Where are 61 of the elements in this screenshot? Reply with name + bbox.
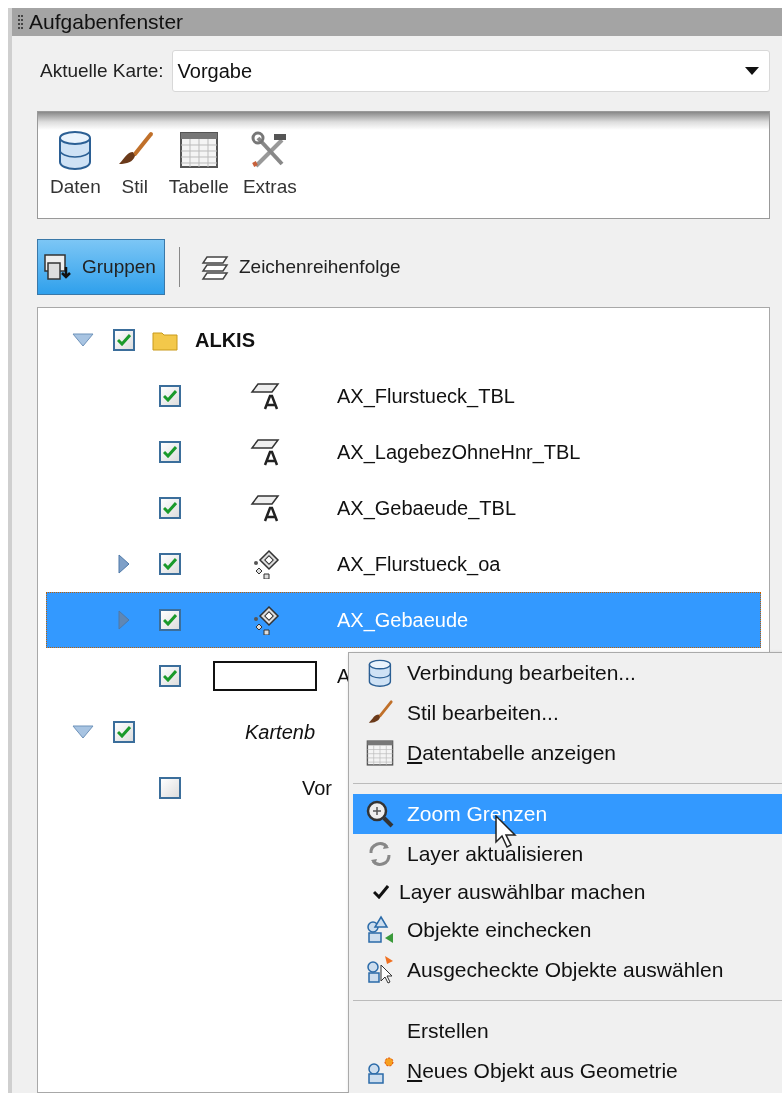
checkmark-icon xyxy=(163,558,177,570)
menu-item[interactable]: Layer auswählbar machen xyxy=(353,874,782,910)
toolbar-button[interactable]: Daten xyxy=(50,130,101,218)
menu-item[interactable]: Verbindung bearbeiten... xyxy=(353,653,782,693)
menu-item[interactable]: Erstellen xyxy=(353,1011,782,1051)
table-icon xyxy=(366,739,394,767)
table-icon xyxy=(178,130,219,170)
menu-item[interactable]: Ausgecheckte Objekte auswählen xyxy=(353,950,782,990)
checkmark-icon xyxy=(163,446,177,458)
layer-checkbox[interactable] xyxy=(113,329,135,351)
collapse-arrow-icon[interactable] xyxy=(72,725,94,739)
view-tab[interactable]: Gruppen xyxy=(37,239,165,295)
menu-item[interactable]: Stil bearbeiten... xyxy=(353,693,782,733)
folder-icon xyxy=(152,329,178,351)
layer-label[interactable]: AX_Flurstueck_oa xyxy=(337,552,501,576)
toolbar-button[interactable]: Tabelle xyxy=(168,130,229,218)
map-label: Aktuelle Karte: xyxy=(40,60,164,82)
checkmark-icon xyxy=(373,885,389,899)
layer-checkbox[interactable] xyxy=(159,441,181,463)
toolbar-button[interactable]: Extras xyxy=(242,130,297,218)
label-layer-icon xyxy=(250,437,280,467)
layer-group-icon xyxy=(42,251,74,283)
layer-label[interactable]: AX_Gebaeude_TBL xyxy=(337,496,517,520)
shapes-icon xyxy=(365,915,395,945)
layer-checkbox[interactable] xyxy=(159,777,181,799)
menu-item[interactable]: Neues Objekt aus Geometrie xyxy=(353,1051,782,1091)
dropdown-arrow-icon xyxy=(745,67,759,75)
layer-checkbox[interactable] xyxy=(159,497,181,519)
menu-item[interactable]: Objekte einchecken xyxy=(353,910,782,950)
layer-checkbox[interactable] xyxy=(159,385,181,407)
new-shape-icon xyxy=(365,1056,395,1086)
grip-icon xyxy=(18,15,23,29)
map-dropdown[interactable]: Vorgabe xyxy=(171,50,770,92)
menu-item[interactable]: Layer aktualisieren xyxy=(353,834,782,874)
label-layer-icon xyxy=(250,381,280,411)
expand-arrow-icon[interactable] xyxy=(118,554,130,574)
layer-checkbox[interactable] xyxy=(159,609,181,631)
checkmark-icon xyxy=(117,726,131,738)
shapes-cursor-icon xyxy=(365,955,395,985)
checkmark-icon xyxy=(163,390,177,402)
menu-item[interactable]: Datentabelle anzeigen xyxy=(353,733,782,773)
checkmark-icon xyxy=(163,614,177,626)
layer-label[interactable]: Vor xyxy=(302,776,333,800)
checkmark-icon xyxy=(163,502,177,514)
toolbar-button[interactable]: Stil xyxy=(114,130,155,218)
layer-label[interactable]: AX_Flurstueck_TBL xyxy=(337,384,515,408)
layer-checkbox[interactable] xyxy=(113,721,135,743)
zoom-icon xyxy=(365,799,395,829)
layer-label[interactable]: AX_LagebezOhneHnr_TBL xyxy=(337,440,581,464)
layer-checkbox[interactable] xyxy=(159,665,181,687)
database-icon xyxy=(58,130,93,170)
view-tab[interactable]: Zeichenreihenfolge xyxy=(193,239,410,295)
collapse-arrow-icon[interactable] xyxy=(72,333,94,347)
checkmark-icon xyxy=(163,670,177,682)
label-layer-icon xyxy=(250,493,280,523)
layer-label[interactable]: ALKIS xyxy=(195,328,255,352)
layer-label[interactable]: Kartenb xyxy=(245,720,316,744)
panel-title: Aufgabenfenster xyxy=(29,10,184,34)
checkmark-icon xyxy=(117,334,131,346)
layer-checkbox[interactable] xyxy=(159,553,181,575)
database-icon xyxy=(368,659,392,687)
